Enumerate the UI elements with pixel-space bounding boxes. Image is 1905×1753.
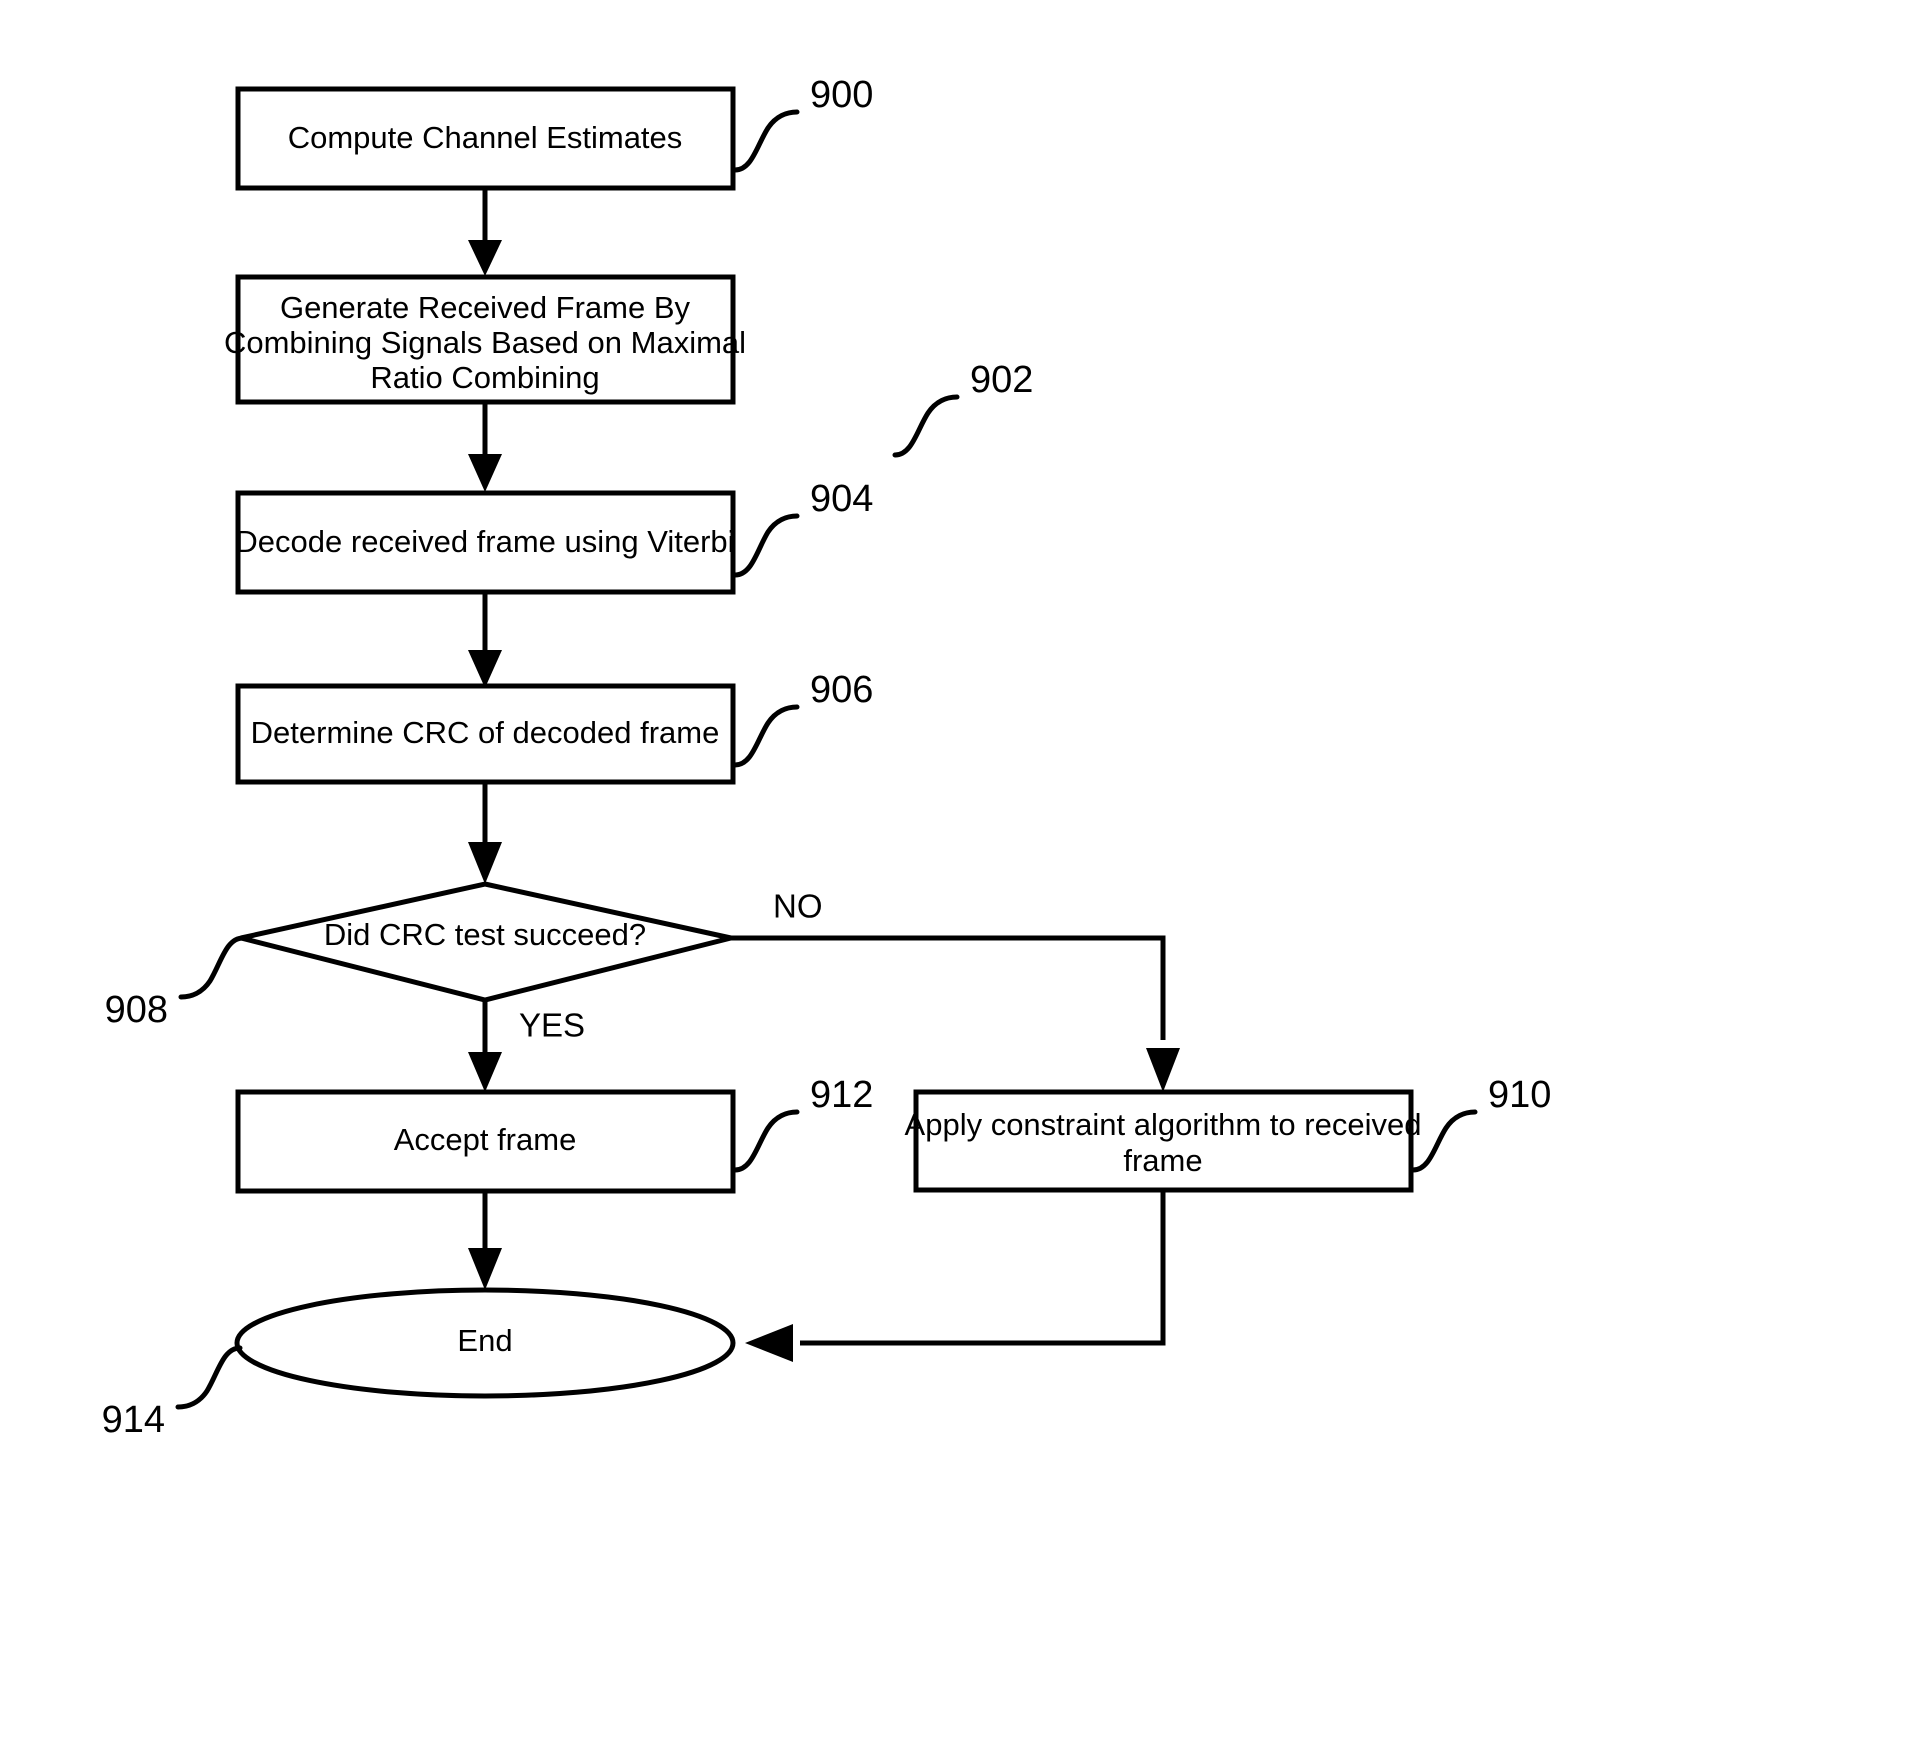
leader-line-902 xyxy=(892,394,960,458)
ref-num-906: 906 xyxy=(810,669,873,711)
ref-num-910: 910 xyxy=(1488,1074,1551,1116)
patent-flowchart-figure: Compute Channel Estimates Generate Recei… xyxy=(0,0,1905,1753)
label-apply-constraint-algorithm-line1: Apply constraint algorithm to received xyxy=(905,1107,1422,1142)
ref-num-912: 912 xyxy=(810,1074,873,1116)
edge-label-yes: YES xyxy=(519,1007,585,1044)
label-determine-crc: Determine CRC of decoded frame xyxy=(251,715,720,750)
edge-900-to-902 xyxy=(468,188,502,276)
edge-910-to-end xyxy=(745,1190,1166,1362)
edge-908-no-to-910 xyxy=(731,935,1180,1092)
ref-num-900: 900 xyxy=(810,74,873,116)
ref-num-904: 904 xyxy=(810,478,873,520)
leader-line-914 xyxy=(175,1345,243,1410)
label-generate-received-frame-line2: Combining Signals Based on Maximal xyxy=(224,325,746,360)
edge-906-to-908 xyxy=(468,782,502,884)
edge-912-to-end xyxy=(468,1191,502,1290)
ref-num-914: 914 xyxy=(102,1399,165,1441)
edge-902-to-904 xyxy=(468,402,502,492)
label-accept-frame: Accept frame xyxy=(394,1122,577,1157)
leader-line-910 xyxy=(1410,1109,1478,1173)
ref-num-908: 908 xyxy=(105,989,168,1031)
label-generate-received-frame-line3: Ratio Combining xyxy=(370,360,599,395)
edge-label-no: NO xyxy=(773,888,823,925)
label-generate-received-frame-line1: Generate Received Frame By xyxy=(280,290,691,325)
label-compute-channel-estimates: Compute Channel Estimates xyxy=(288,120,683,155)
flowchart-canvas: Compute Channel Estimates Generate Recei… xyxy=(102,74,1552,1441)
label-apply-constraint-algorithm-line2: frame xyxy=(1123,1143,1202,1178)
label-decode-received-frame: Decode received frame using Viterbi xyxy=(235,524,734,559)
label-crc-decision: Did CRC test succeed? xyxy=(324,917,646,952)
label-end: End xyxy=(457,1323,512,1358)
leader-line-908 xyxy=(178,935,246,1000)
leader-line-904 xyxy=(732,513,800,578)
leader-line-900 xyxy=(732,109,800,173)
edge-904-to-906 xyxy=(468,592,502,688)
leader-line-906 xyxy=(732,704,800,768)
ref-num-902: 902 xyxy=(970,359,1033,401)
edge-908-yes-to-912 xyxy=(468,1000,502,1092)
leader-line-912 xyxy=(732,1109,800,1173)
